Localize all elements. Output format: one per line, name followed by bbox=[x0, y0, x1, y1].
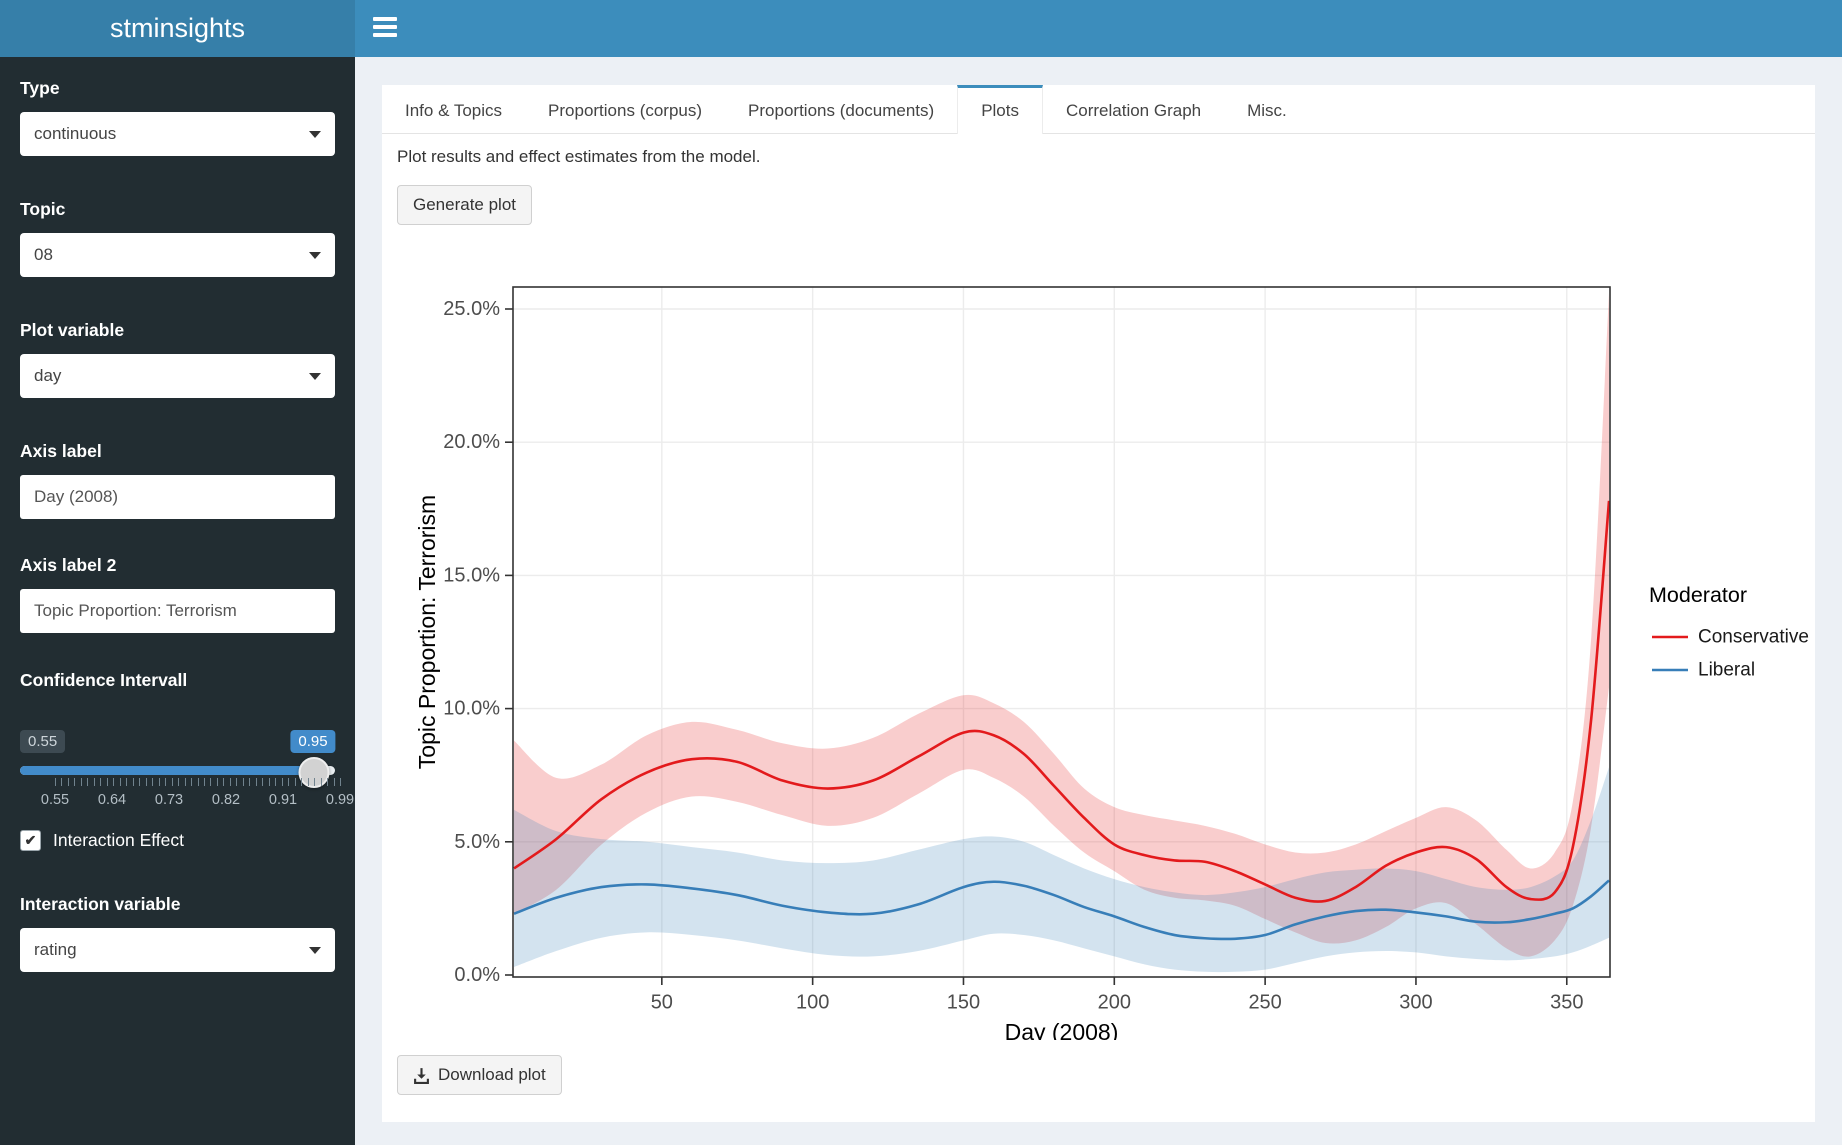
plot-variable-select[interactable]: day bbox=[20, 354, 335, 398]
axis-label-2-label: Axis label 2 bbox=[20, 555, 335, 576]
confidence-interval-field: Confidence Intervall 0.55 0.95 0.55 0.64 0… bbox=[20, 670, 335, 814]
top-navbar bbox=[355, 0, 1842, 57]
svg-text:20.0%: 20.0% bbox=[443, 431, 500, 453]
slider-grid-label: 0.91 bbox=[269, 792, 297, 808]
sidebar: Type continuous Topic 08 Plot variable d… bbox=[0, 57, 355, 1145]
y-axis-title: Topic Proportion: Terrorism bbox=[414, 495, 440, 769]
svg-text:0.0%: 0.0% bbox=[454, 964, 500, 986]
interaction-checkbox[interactable] bbox=[20, 830, 41, 851]
plots-panel: Info & TopicsProportions (corpus)Proport… bbox=[382, 85, 1815, 1122]
svg-text:100: 100 bbox=[796, 992, 829, 1014]
download-plot-label: Download plot bbox=[438, 1065, 546, 1085]
sidebar-toggle-icon[interactable] bbox=[373, 17, 399, 41]
type-select[interactable]: continuous bbox=[20, 112, 335, 156]
axis-label-2-input[interactable] bbox=[20, 589, 335, 633]
chevron-down-icon bbox=[309, 373, 321, 380]
app-title: stminsights bbox=[110, 13, 245, 44]
interaction-variable-select-value: rating bbox=[34, 940, 77, 960]
svg-text:300: 300 bbox=[1399, 992, 1432, 1014]
plot-variable-select-value: day bbox=[34, 366, 61, 386]
generate-plot-label: Generate plot bbox=[413, 195, 516, 215]
svg-text:150: 150 bbox=[947, 992, 980, 1014]
svg-text:200: 200 bbox=[1098, 992, 1131, 1014]
svg-text:5.0%: 5.0% bbox=[454, 831, 500, 853]
axis-label-2-field: Axis label 2 bbox=[20, 555, 335, 633]
panel-description: Plot results and effect estimates from t… bbox=[397, 147, 760, 167]
tab-misc[interactable]: Misc. bbox=[1224, 85, 1310, 133]
tab-proportions-corpus[interactable]: Proportions (corpus) bbox=[525, 85, 725, 133]
download-plot-button[interactable]: Download plot bbox=[397, 1055, 562, 1095]
app-logo[interactable]: stminsights bbox=[0, 0, 355, 57]
interaction-variable-select[interactable]: rating bbox=[20, 928, 335, 972]
svg-text:350: 350 bbox=[1550, 992, 1583, 1014]
tab-plots[interactable]: Plots bbox=[957, 85, 1043, 134]
type-select-value: continuous bbox=[34, 124, 116, 144]
legend-title: Moderator bbox=[1649, 583, 1747, 607]
confidence-interval-slider: 0.55 0.95 0.550.640.730.820.910.99 bbox=[20, 704, 335, 814]
interaction-effect-row[interactable]: Interaction Effect bbox=[20, 830, 184, 851]
tab-correlation-graph[interactable]: Correlation Graph bbox=[1043, 85, 1224, 133]
type-field: Type continuous bbox=[20, 78, 335, 156]
slider-grid-label: 0.55 bbox=[41, 792, 69, 808]
topic-field: Topic 08 bbox=[20, 199, 335, 277]
topic-label: Topic bbox=[20, 199, 335, 220]
x-axis-title: Day (2008) bbox=[1005, 1019, 1119, 1040]
type-label: Type bbox=[20, 78, 335, 99]
axis-label-label: Axis label bbox=[20, 441, 335, 462]
slider-min-label: 0.55 bbox=[20, 730, 65, 753]
svg-text:15.0%: 15.0% bbox=[443, 564, 500, 586]
interaction-variable-label: Interaction variable bbox=[20, 894, 335, 915]
plot-variable-label: Plot variable bbox=[20, 320, 335, 341]
axis-label-input[interactable] bbox=[20, 475, 335, 519]
tab-bar: Info & TopicsProportions (corpus)Proport… bbox=[382, 85, 1815, 134]
generate-plot-button[interactable]: Generate plot bbox=[397, 185, 532, 225]
confidence-interval-label: Confidence Intervall bbox=[20, 670, 335, 691]
topic-select-value: 08 bbox=[34, 245, 53, 265]
plot-variable-field: Plot variable day bbox=[20, 320, 335, 398]
slider-grid: 0.550.640.730.820.910.99 bbox=[55, 778, 340, 814]
slider-grid-label: 0.82 bbox=[212, 792, 240, 808]
download-icon bbox=[413, 1067, 430, 1084]
svg-text:50: 50 bbox=[651, 992, 673, 1014]
chevron-down-icon bbox=[309, 947, 321, 954]
axis-label-field: Axis label bbox=[20, 441, 335, 519]
effect-estimates-chart: 50 100 150 200 250 300 350 0.0% 5.0% 10.0% 15.0% 20… bbox=[382, 240, 1815, 1040]
svg-text:10.0%: 10.0% bbox=[443, 698, 500, 720]
slider-value-label: 0.95 bbox=[290, 730, 335, 753]
slider-grid-label: 0.64 bbox=[98, 792, 126, 808]
tab-info-topics[interactable]: Info & Topics bbox=[382, 85, 525, 133]
legend-label-liberal: Liberal bbox=[1698, 660, 1755, 681]
chevron-down-icon bbox=[309, 252, 321, 259]
interaction-effect-label: Interaction Effect bbox=[53, 830, 184, 851]
svg-text:250: 250 bbox=[1248, 992, 1281, 1014]
interaction-variable-field: Interaction variable rating bbox=[20, 894, 335, 972]
slider-grid-label: 0.73 bbox=[155, 792, 183, 808]
chevron-down-icon bbox=[309, 131, 321, 138]
topic-select[interactable]: 08 bbox=[20, 233, 335, 277]
svg-text:25.0%: 25.0% bbox=[443, 298, 500, 320]
slider-grid-label: 0.99 bbox=[326, 792, 354, 808]
tab-proportions-documents[interactable]: Proportions (documents) bbox=[725, 85, 957, 133]
slider-track-fill bbox=[20, 766, 314, 775]
legend-label-conservative: Conservative bbox=[1698, 627, 1809, 648]
